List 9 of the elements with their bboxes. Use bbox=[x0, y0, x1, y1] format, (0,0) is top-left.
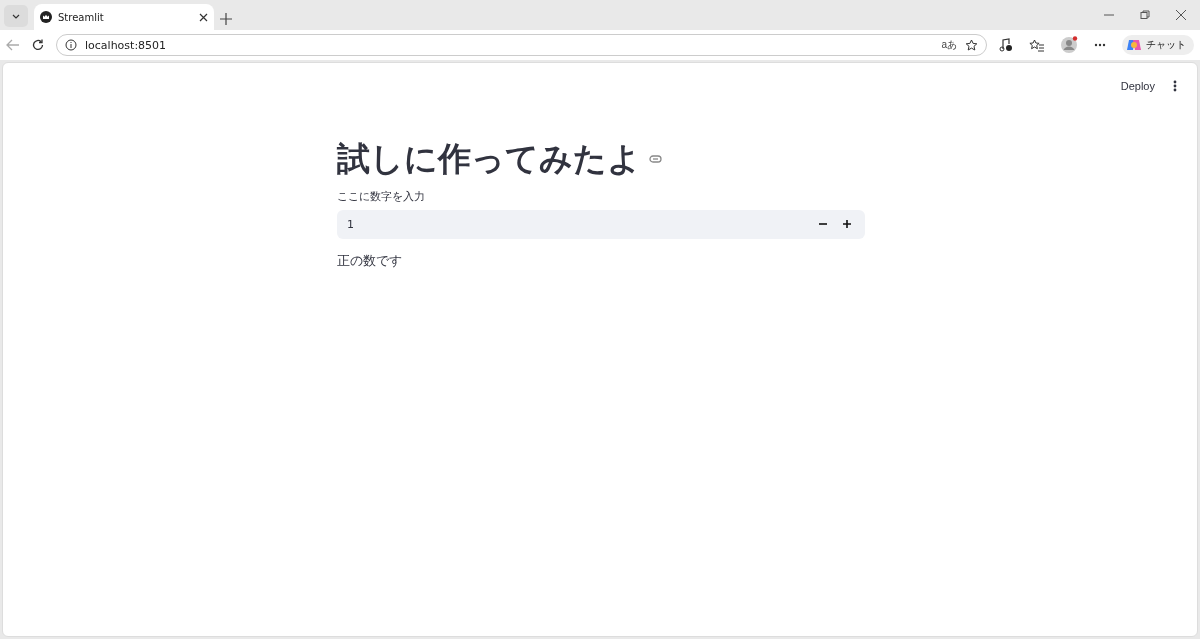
page-title: 試しに作ってみたよ bbox=[337, 138, 641, 180]
field-label: ここに数字を入力 bbox=[337, 188, 426, 204]
deploy-button[interactable]: Deploy bbox=[1116, 76, 1159, 96]
result-text: 正の数です bbox=[337, 251, 403, 270]
browser-tab[interactable]: Streamlit bbox=[34, 4, 214, 30]
translate-button[interactable]: aあ bbox=[941, 38, 957, 52]
number-input[interactable]: 1 bbox=[337, 209, 865, 239]
copilot-button[interactable]: チャット bbox=[1122, 35, 1194, 55]
tab-title: Streamlit bbox=[58, 11, 105, 23]
